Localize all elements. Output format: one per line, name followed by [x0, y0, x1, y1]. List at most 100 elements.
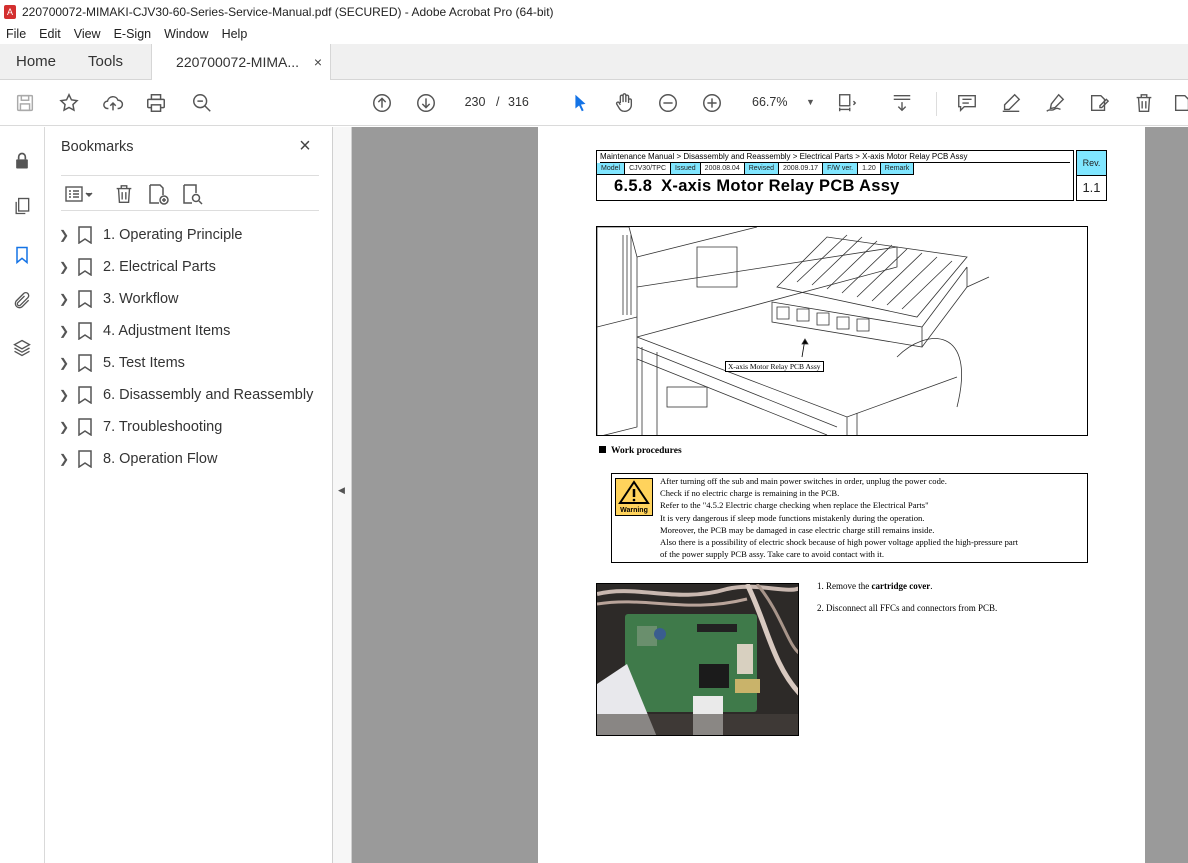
step-text: 1. Remove the	[817, 581, 872, 591]
bookmark-item[interactable]: ❯ 2. Electrical Parts	[57, 251, 327, 283]
more-tools-icon[interactable]	[1170, 90, 1188, 116]
bookmark-options-icon[interactable]	[61, 182, 97, 206]
revision-label: Rev.	[1077, 151, 1106, 176]
menu-file[interactable]: File	[6, 27, 26, 41]
menu-edit[interactable]: Edit	[39, 27, 61, 41]
section-title: X-axis Motor Relay PCB Assy	[661, 177, 900, 195]
expand-chevron-icon[interactable]: ❯	[59, 228, 73, 242]
expand-chevron-icon[interactable]: ❯	[59, 388, 73, 402]
save-icon[interactable]	[12, 90, 38, 116]
page-number-input[interactable]	[458, 91, 492, 113]
star-icon[interactable]	[56, 90, 82, 116]
panel-collapse-handle[interactable]: ◀	[333, 127, 352, 863]
next-page-icon[interactable]	[413, 90, 439, 116]
zoom-in-icon[interactable]	[699, 90, 725, 116]
bookmark-label: 8. Operation Flow	[103, 451, 218, 467]
sign-icon[interactable]	[1042, 90, 1068, 116]
menu-bar: File Edit View E-Sign Window Help	[0, 24, 1188, 44]
meta-remark-label: Remark	[880, 163, 915, 175]
hand-tool-icon[interactable]	[611, 90, 637, 116]
navigation-rail	[0, 127, 45, 863]
tab-bar: Home Tools 220700072-MIMA... ×	[0, 44, 1188, 80]
bookmark-item[interactable]: ❯ 8. Operation Flow	[57, 443, 327, 475]
expand-chevron-icon[interactable]: ❯	[59, 356, 73, 370]
highlight-pen-icon[interactable]	[998, 90, 1024, 116]
warning-icon: Warning	[615, 478, 653, 516]
toolbar-divider	[936, 92, 937, 116]
bookmark-label: 3. Workflow	[103, 291, 179, 307]
warning-box: Warning After turning off the sub and ma…	[611, 473, 1088, 563]
edit-pdf-icon[interactable]	[1086, 90, 1112, 116]
expand-chevron-icon[interactable]: ❯	[59, 452, 73, 466]
zoom-out-icon[interactable]	[655, 90, 681, 116]
warning-line: It is very dangerous if sleep mode funct…	[660, 512, 925, 523]
procedure-step: 1. Remove the cartridge cover.	[817, 581, 997, 591]
tab-tools[interactable]: Tools	[72, 44, 139, 79]
delete-bookmark-icon[interactable]	[111, 182, 137, 206]
tab-home[interactable]: Home	[0, 44, 72, 79]
bullet-square-icon	[599, 446, 606, 453]
bookmark-icon	[78, 386, 92, 404]
menu-help[interactable]: Help	[222, 27, 248, 41]
bookmark-label: 7. Troubleshooting	[103, 419, 223, 435]
expand-chevron-icon[interactable]: ❯	[59, 260, 73, 274]
collapse-arrow-icon[interactable]: ◀	[338, 485, 345, 496]
tab-document[interactable]: 220700072-MIMA... ×	[151, 44, 332, 80]
section-number: 6.5.8	[614, 177, 653, 195]
work-procedures-heading: Work procedures	[599, 446, 682, 456]
bookmark-search-icon[interactable]	[179, 182, 205, 206]
technical-drawing: X-axis Motor Relay PCB Assy	[596, 226, 1088, 436]
expand-chevron-icon[interactable]: ❯	[59, 420, 73, 434]
warning-label: Warning	[620, 507, 648, 514]
layers-icon[interactable]	[10, 336, 34, 360]
bookmark-item[interactable]: ❯ 3. Workflow	[57, 283, 327, 315]
zoom-search-icon[interactable]	[189, 90, 215, 116]
scroll-mode-icon[interactable]	[889, 90, 915, 116]
attachment-icon[interactable]	[10, 289, 34, 313]
bookmark-item[interactable]: ❯ 7. Troubleshooting	[57, 411, 327, 443]
step-text-end: .	[930, 581, 933, 591]
previous-page-icon[interactable]	[369, 90, 395, 116]
title-bar: A 220700072-MIMAKI-CJV30-60-Series-Servi…	[0, 0, 1188, 24]
menu-window[interactable]: Window	[164, 27, 208, 41]
bookmark-item[interactable]: ❯ 5. Test Items	[57, 347, 327, 379]
bookmark-item[interactable]: ❯ 6. Disassembly and Reassembly	[57, 379, 327, 411]
bookmark-panel-icon[interactable]	[10, 243, 34, 267]
new-bookmark-icon[interactable]	[145, 182, 171, 206]
lock-icon[interactable]	[10, 149, 34, 173]
bookmark-icon	[78, 450, 92, 468]
meta-fw: 1.20	[858, 163, 881, 175]
bookmark-item[interactable]: ❯ 1. Operating Principle	[57, 219, 327, 251]
close-panel-icon[interactable]: ×	[295, 135, 315, 157]
cloud-upload-icon[interactable]	[100, 90, 126, 116]
bookmarks-title: Bookmarks	[61, 139, 134, 155]
page-fit-icon[interactable]	[834, 90, 860, 116]
bookmark-label: 5. Test Items	[103, 355, 185, 371]
bookmark-item[interactable]: ❯ 4. Adjustment Items	[57, 315, 327, 347]
acrobat-app-icon: A	[4, 5, 16, 19]
pcb-photo-drawing	[597, 584, 798, 735]
close-tab-icon[interactable]: ×	[314, 54, 322, 70]
revision-value: 1.1	[1082, 180, 1101, 195]
zoom-dropdown-icon[interactable]: ▼	[806, 97, 815, 107]
expand-chevron-icon[interactable]: ❯	[59, 324, 73, 338]
bookmark-label: 6. Disassembly and Reassembly	[103, 387, 314, 403]
comment-icon[interactable]	[954, 90, 980, 116]
bookmark-toolbar	[61, 175, 319, 211]
delete-icon[interactable]	[1131, 90, 1157, 116]
page-header-table: Maintenance Manual > Disassembly and Rea…	[596, 150, 1074, 201]
select-cursor-icon[interactable]	[567, 90, 593, 116]
menu-esign[interactable]: E-Sign	[114, 27, 152, 41]
expand-chevron-icon[interactable]: ❯	[59, 292, 73, 306]
menu-view[interactable]: View	[74, 27, 101, 41]
meta-issued: 2008.08.04	[700, 163, 745, 175]
printer-line-drawing	[597, 227, 990, 435]
revision-box: Rev. 1.1	[1076, 150, 1107, 201]
document-viewport[interactable]: Maintenance Manual > Disassembly and Rea…	[352, 127, 1188, 863]
step-text-bold: cartridge cover	[871, 581, 931, 591]
page-separator: /	[496, 95, 500, 109]
zoom-level[interactable]: 66.7%	[752, 95, 787, 109]
print-icon[interactable]	[143, 90, 169, 116]
page-breadcrumb: Maintenance Manual > Disassembly and Rea…	[600, 151, 1070, 163]
page-thumbnails-icon[interactable]	[10, 194, 34, 218]
